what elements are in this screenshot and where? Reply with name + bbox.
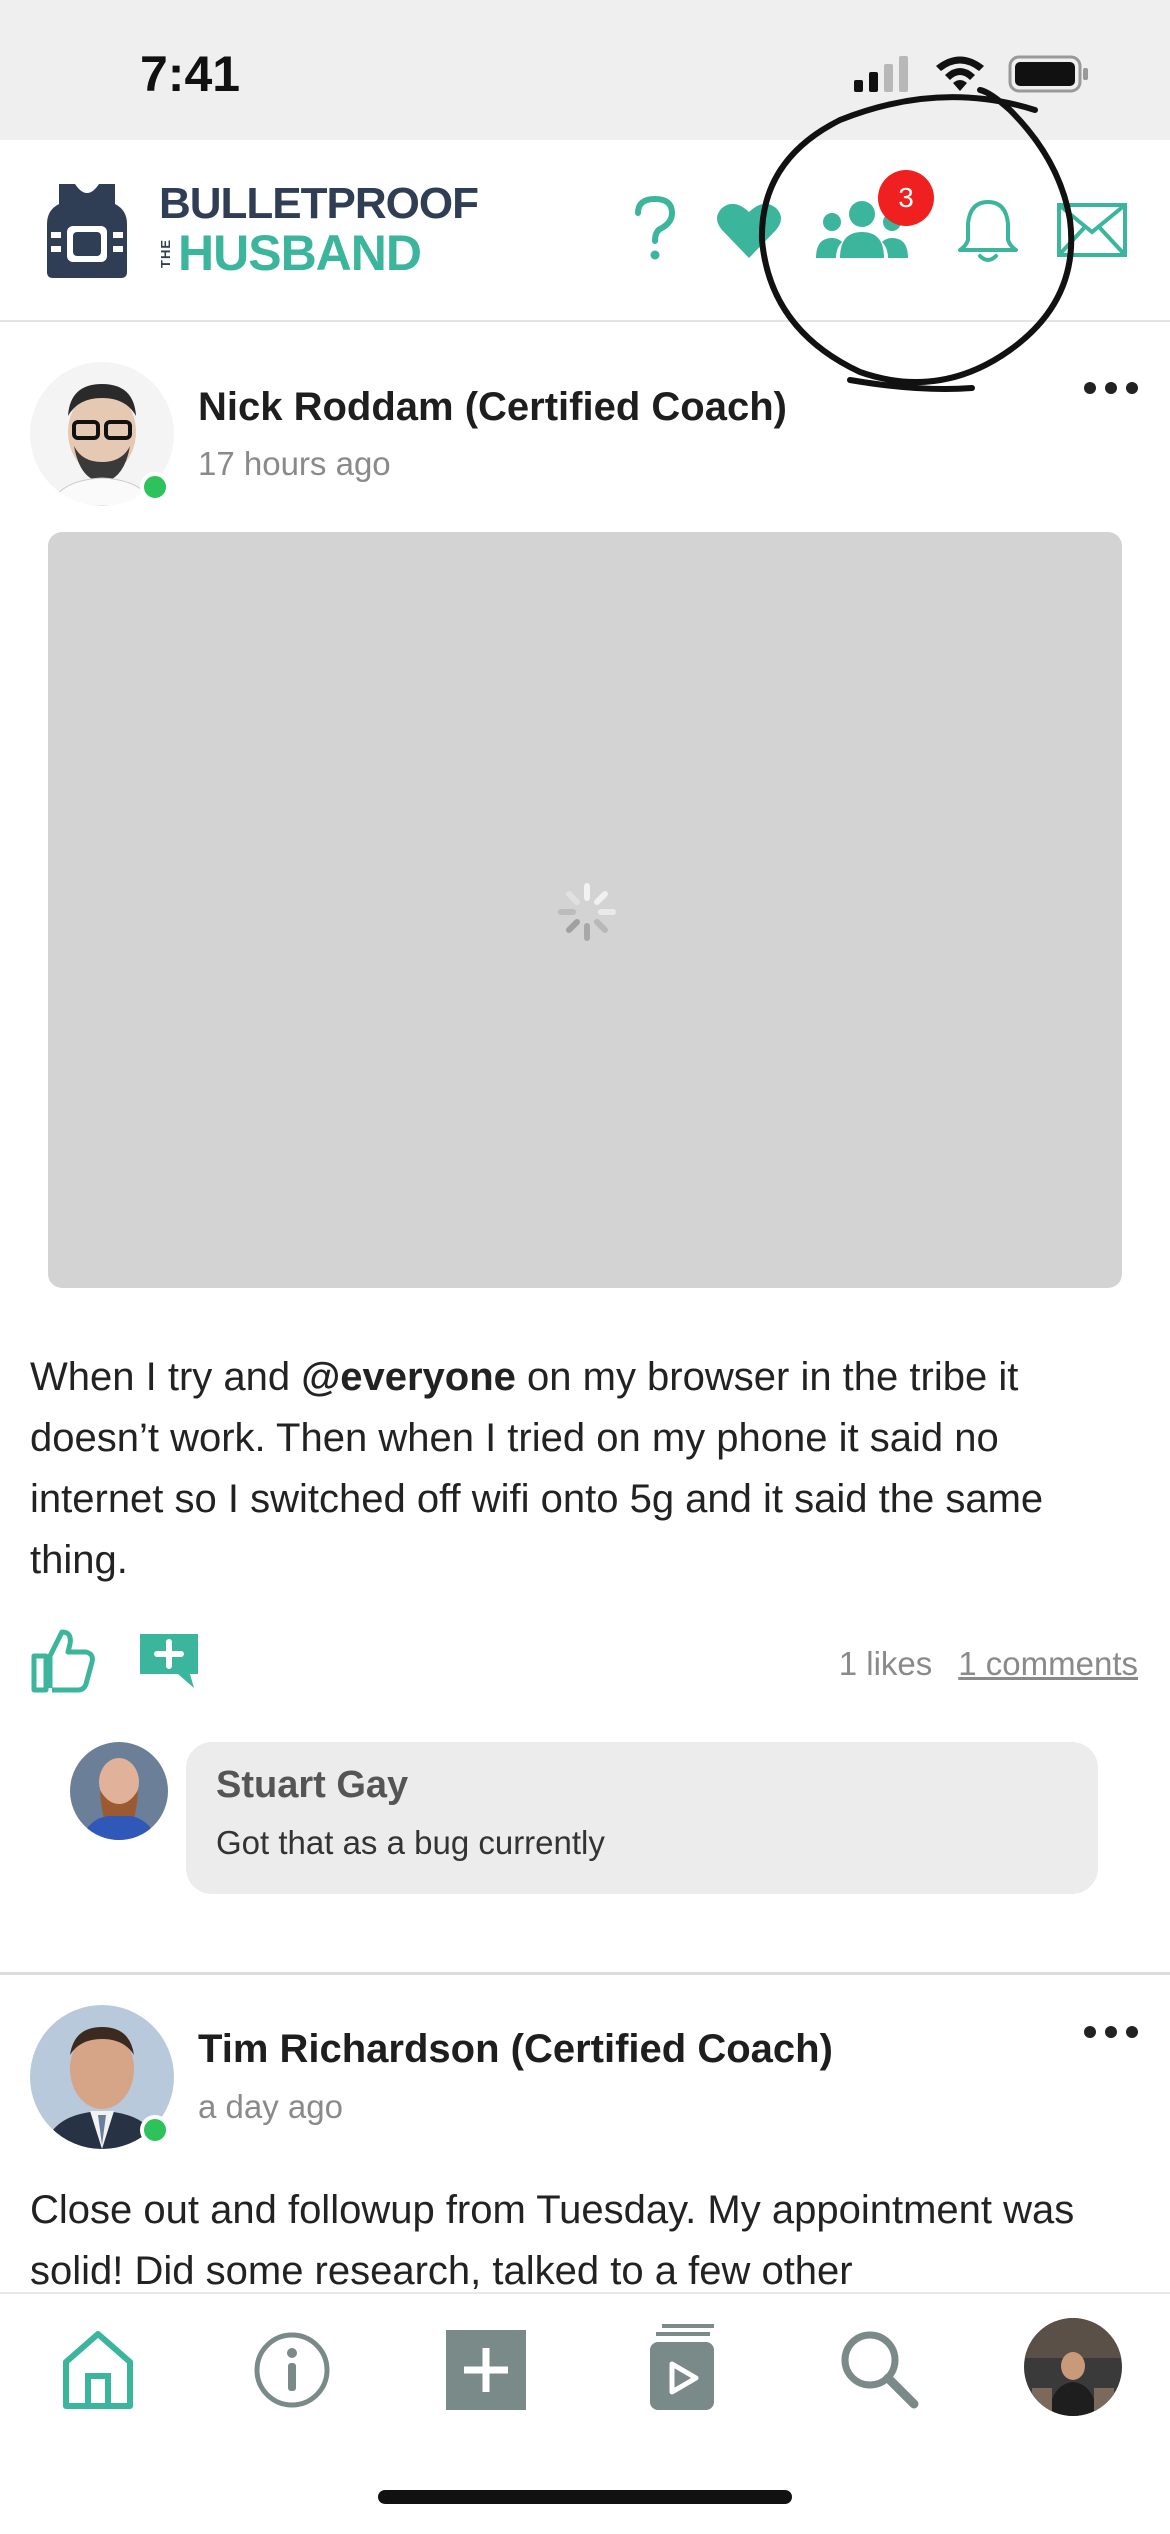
help-icon[interactable] <box>630 195 680 265</box>
comment-text: Got that as a bug currently <box>216 1824 605 1861</box>
profile-avatar[interactable] <box>1024 2318 1122 2416</box>
status-time: 7:41 <box>140 46 241 102</box>
logo-wordmark: BULLETPROOF THE HUSBAND <box>158 179 479 281</box>
like-thumbs-up-icon[interactable] <box>30 1628 96 1694</box>
online-status-dot <box>140 472 170 502</box>
commenter-avatar[interactable] <box>70 1742 168 1840</box>
post-body-text: When I try and @everyone on my browser i… <box>30 1347 1140 1591</box>
logo-top-text: BULLETPROOF <box>159 179 479 228</box>
add-icon[interactable] <box>446 2330 526 2410</box>
hand-drawn-circle-annotation <box>758 87 1075 392</box>
home-indicator <box>378 2490 792 2504</box>
profile-photo <box>1024 2318 1122 2416</box>
online-status-dot <box>140 2115 170 2145</box>
post-author-name[interactable]: Tim Richardson (Certified Coach) <box>198 2027 833 2072</box>
post-timestamp: 17 hours ago <box>198 445 391 482</box>
commenter-photo <box>70 1742 168 1840</box>
vest-logo-icon <box>47 184 127 278</box>
post-text-part: When I try and <box>30 1355 302 1399</box>
comments-count-link[interactable]: 1 comments <box>958 1645 1138 1683</box>
loading-spinner-icon <box>558 883 616 941</box>
post-more-options-button[interactable] <box>1084 382 1138 394</box>
post-body-text: Close out and followup from Tuesday. My … <box>30 2188 1075 2292</box>
info-icon[interactable] <box>252 2330 332 2410</box>
logo-bottom-text: HUSBAND <box>178 225 422 281</box>
app-header: BULLETPROOF THE HUSBAND <box>0 87 1170 392</box>
course-library-icon[interactable] <box>648 2324 718 2412</box>
comment-bubble[interactable]: Stuart Gay Got that as a bug currently <box>186 1742 1098 1894</box>
home-icon[interactable] <box>62 2330 134 2410</box>
post-stats: 1 likes 1 comments <box>839 1645 1138 1683</box>
search-icon[interactable] <box>838 2328 920 2410</box>
groups-notification-badge: 3 <box>878 170 934 226</box>
add-comment-icon[interactable] <box>136 1628 202 1694</box>
app-logo[interactable]: BULLETPROOF THE HUSBAND <box>45 179 479 281</box>
mention-everyone[interactable]: @everyone <box>301 1355 516 1399</box>
post-divider <box>0 1972 1170 1975</box>
comment-author-name[interactable]: Stuart Gay <box>216 1764 408 1807</box>
logo-the-text: THE <box>158 238 173 268</box>
post-timestamp: a day ago <box>198 2088 343 2125</box>
post-author-name[interactable]: Nick Roddam (Certified Coach) <box>198 385 787 430</box>
post-more-options-button[interactable] <box>1084 2026 1138 2038</box>
post-actions <box>30 1628 202 1694</box>
post-media-placeholder[interactable] <box>48 532 1122 1288</box>
likes-count[interactable]: 1 likes <box>839 1645 933 1683</box>
